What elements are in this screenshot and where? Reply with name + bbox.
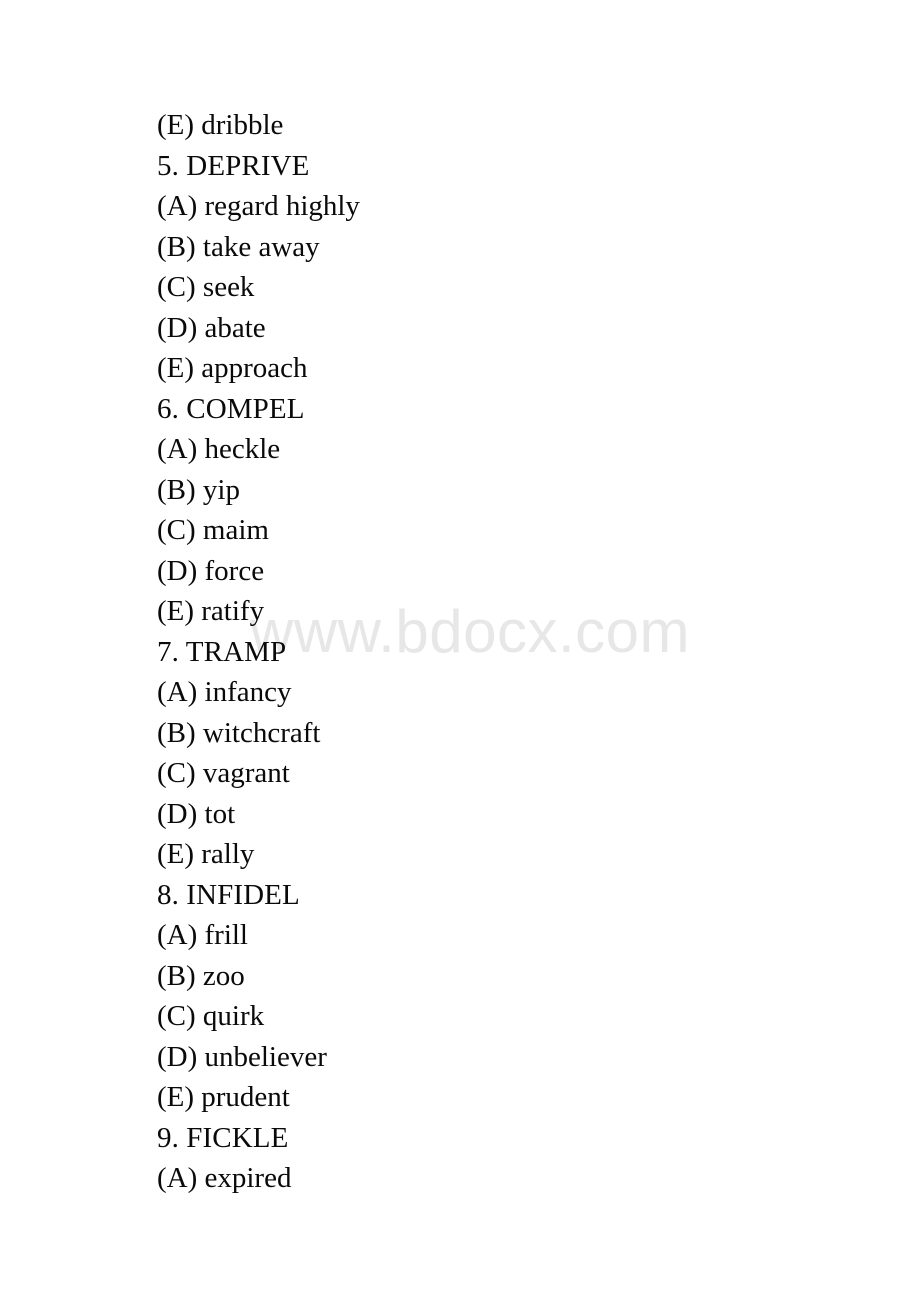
question-stem-line: 7. TRAMP [157,635,287,668]
document-text-column: (E) dribble 5. DEPRIVE (A) regard highly (B… [157,105,857,1199]
answer-option-line: (E) prudent [157,1081,290,1113]
answer-option-line: (B) zoo [157,959,245,992]
answer-option-line: (C) vagrant [157,757,290,789]
question-stem-line: 6. COMPEL [157,392,305,425]
answer-option-line: (D) force [157,554,265,587]
document-page: www.bdocx.com (E) dribble 5. DEPRIVE (A) r… [0,0,920,1302]
answer-option-line: (A) expired [157,1162,292,1194]
answer-option-line: (B) witchcraft [157,716,321,749]
answer-option-line: (A) heckle [157,433,281,465]
answer-option-line: (A) infancy [157,676,292,708]
question-stem-line: 5. DEPRIVE [157,149,310,182]
answer-option-line: (E) dribble [157,109,284,141]
question-stem-line: 8. INFIDEL [157,878,300,911]
answer-option-line: (A) frill [157,919,248,951]
answer-option-line: (C) maim [157,514,269,546]
answer-option-line: (D) tot [157,797,236,830]
answer-option-line: (E) rally [157,838,255,870]
answer-option-line: (D) unbeliever [157,1040,327,1073]
answer-option-line: (B) take away [157,230,320,263]
answer-option-line: (E) approach [157,352,308,384]
answer-option-line: (E) ratify [157,595,265,627]
answer-option-line: (A) regard highly [157,190,360,222]
answer-option-line: (C) quirk [157,1000,265,1032]
answer-option-line: (B) yip [157,473,240,506]
question-stem-line: 9. FICKLE [157,1121,289,1154]
answer-option-line: (D) abate [157,311,266,344]
answer-option-line: (C) seek [157,271,255,303]
